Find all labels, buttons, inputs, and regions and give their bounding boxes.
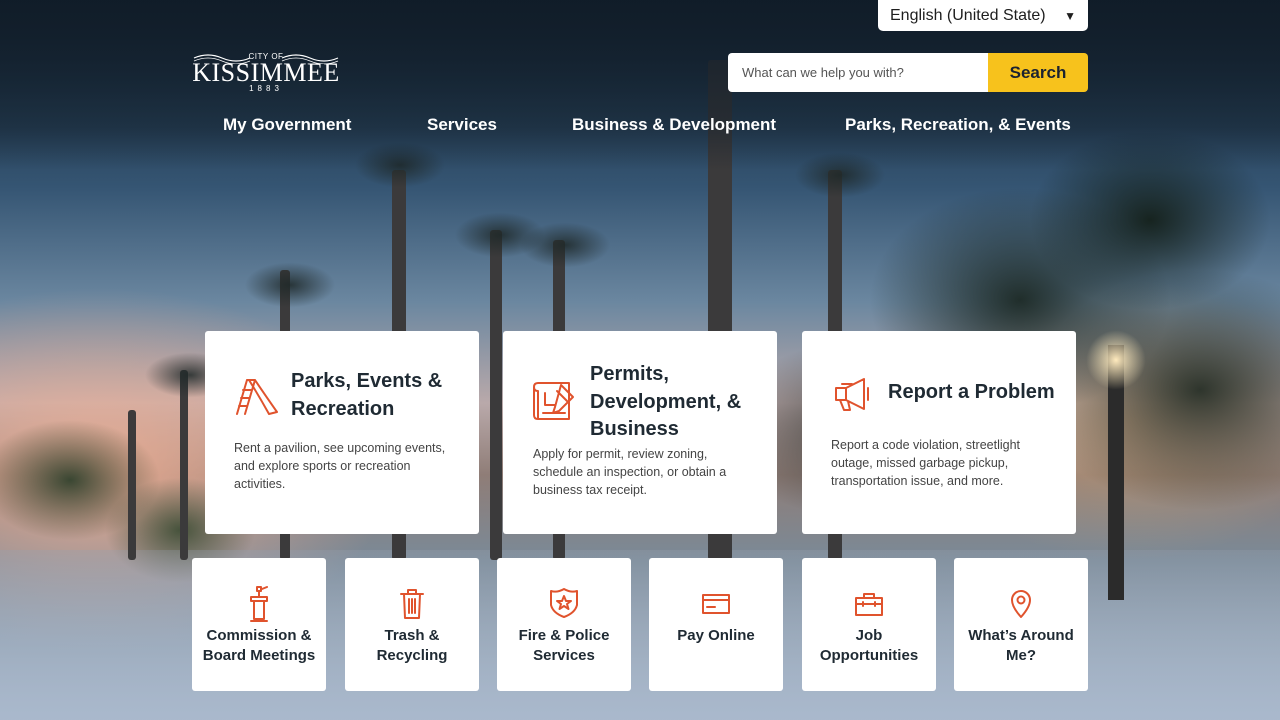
tile-fire-police-services[interactable]: Fire & Police Services [497, 558, 631, 691]
search-bar: Search [728, 53, 1088, 92]
main-nav: My Government Services Business & Develo… [0, 115, 1280, 137]
card-permits-development-business[interactable]: Permits, Development, & Business Apply f… [503, 331, 777, 534]
caret-down-icon: ▼ [1064, 8, 1076, 23]
card-title: Report a Problem [888, 381, 1055, 403]
language-select[interactable]: English (United State) ▼ [878, 0, 1088, 31]
tile-pay-online[interactable]: Pay Online [649, 558, 783, 691]
tile-label: Pay Online [677, 627, 755, 644]
logo-name: KISSIMMEE [192, 58, 340, 87]
tile-label: Job Opportunities [819, 627, 919, 664]
palm-trunk [490, 230, 502, 560]
card-description: Apply for permit, review zoning, schedul… [533, 447, 727, 497]
palm-trunk [128, 410, 136, 560]
nav-my-government[interactable]: My Government [223, 115, 351, 135]
lamp-glow [1086, 330, 1146, 390]
search-button[interactable]: Search [988, 53, 1088, 92]
logo-year: 1883 [249, 84, 283, 93]
palm-frond [230, 250, 350, 320]
tile-commission-board-meetings[interactable]: Commission & Board Meetings [192, 558, 326, 691]
card-parks-events-recreation[interactable]: Parks, Events & Recreation Rent a pavili… [205, 331, 479, 534]
tile-job-opportunities[interactable]: Job Opportunities [802, 558, 936, 691]
megaphone-icon [835, 378, 869, 411]
palm-frond [505, 210, 625, 280]
badge-icon [550, 588, 578, 618]
language-select-value: English (United State) [890, 6, 1046, 24]
tile-whats-around-me[interactable]: What’s Around Me? [954, 558, 1088, 691]
card-report-a-problem[interactable]: Report a Problem Report a code violation… [802, 331, 1076, 534]
card-description: Report a code violation, streetlight out… [831, 438, 1020, 488]
tile-label: What’s Around Me? [968, 627, 1074, 664]
podium-icon [250, 586, 268, 622]
tile-label: Fire & Police Services [518, 627, 610, 664]
city-logo[interactable]: CITY OF KISSIMMEE 1883 [192, 48, 340, 96]
location-pin-icon [1011, 590, 1031, 618]
nav-business-development[interactable]: Business & Development [572, 115, 776, 135]
credit-card-icon [702, 594, 730, 614]
tile-label: Commission & Board Meetings [202, 627, 316, 664]
slide-icon [236, 379, 278, 415]
trash-icon [400, 589, 424, 619]
card-title: Permits, Development, & Business [590, 363, 742, 440]
nav-services[interactable]: Services [427, 115, 497, 135]
card-description: Rent a pavilion, see upcoming events, an… [234, 441, 446, 491]
card-title: Parks, Events & Recreation [291, 370, 443, 420]
search-input[interactable] [728, 53, 988, 92]
tile-label: Trash & Recycling [376, 627, 448, 664]
briefcase-icon [855, 593, 883, 616]
nav-parks-recreation-events[interactable]: Parks, Recreation, & Events [845, 115, 1071, 135]
blueprint-icon [533, 382, 574, 420]
tile-trash-recycling[interactable]: Trash & Recycling [345, 558, 479, 691]
